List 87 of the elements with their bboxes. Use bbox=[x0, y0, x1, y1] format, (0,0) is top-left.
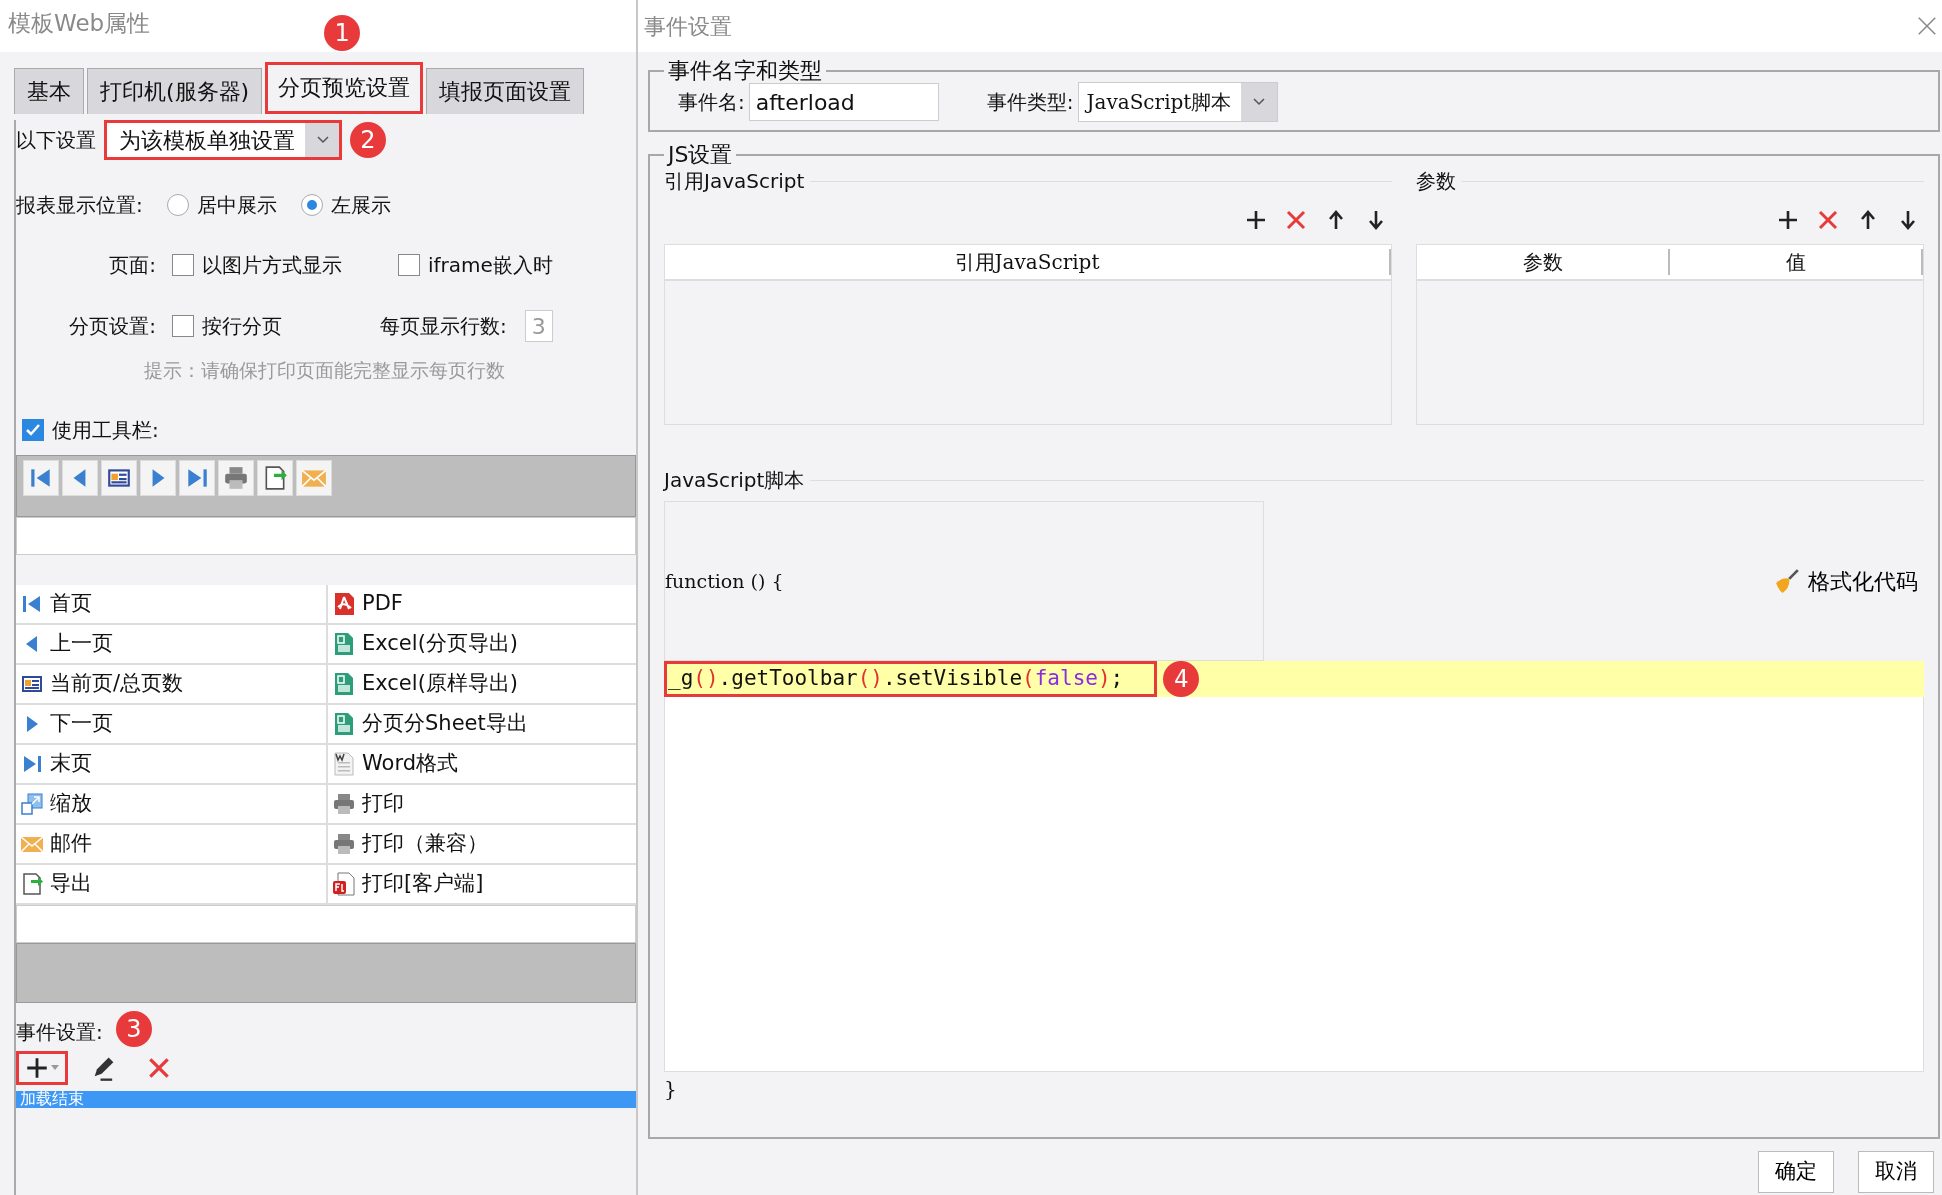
pdf-document-icon bbox=[332, 591, 356, 616]
option-label: 居中展示 bbox=[196, 192, 277, 219]
field-label: 页面: bbox=[108, 252, 156, 279]
resize-icon bbox=[20, 791, 44, 816]
list-item[interactable]: 下一页 bbox=[50, 707, 113, 740]
option-label: 按行分页 bbox=[202, 313, 282, 340]
toolbar-button[interactable] bbox=[179, 459, 215, 496]
tab[interactable]: 基本 bbox=[14, 68, 84, 114]
section-label: JavaScript脚本 bbox=[664, 467, 805, 494]
field-label: 每页显示行数: bbox=[380, 313, 507, 340]
section-label: 参数 bbox=[1416, 168, 1456, 195]
toolbar-button[interactable] bbox=[23, 459, 59, 496]
field-label: 事件类型: bbox=[986, 89, 1074, 116]
code-text: function () { bbox=[665, 568, 784, 594]
toolbar-button[interactable] bbox=[101, 459, 137, 496]
column-header: 引用JavaScript bbox=[665, 249, 1391, 275]
plus-icon bbox=[1776, 208, 1800, 232]
dropdown[interactable]: 为该模板单独设置 bbox=[104, 120, 342, 160]
list-item[interactable]: 缩放 bbox=[50, 787, 92, 820]
list-item[interactable]: 邮件 bbox=[50, 827, 92, 860]
list-item[interactable]: 导出 bbox=[50, 867, 92, 900]
checkbox[interactable] bbox=[22, 418, 44, 441]
spreadsheet-icon bbox=[332, 711, 356, 736]
code-text: } bbox=[664, 1076, 677, 1103]
option-label: iframe嵌入时 bbox=[428, 252, 553, 279]
column-header: 参数 bbox=[1417, 249, 1670, 275]
printer-icon bbox=[223, 464, 249, 491]
list-item[interactable]: 当前页/总页数 bbox=[50, 667, 184, 700]
document-lines-icon bbox=[332, 751, 356, 776]
close-icon bbox=[1916, 15, 1938, 37]
document-tag-icon bbox=[332, 871, 356, 896]
type-dropdown[interactable]: JavaScript脚本 bbox=[1077, 82, 1279, 122]
spreadsheet-icon bbox=[332, 671, 356, 696]
plus-icon bbox=[1244, 208, 1268, 232]
list-item[interactable]: 打印[客户端] bbox=[362, 867, 484, 900]
number-badge: 3 bbox=[116, 1010, 152, 1047]
group-title: JS设置 bbox=[666, 144, 734, 166]
toolbar-button[interactable] bbox=[62, 459, 98, 496]
list-item[interactable]: Word格式 bbox=[362, 747, 458, 780]
tab[interactable]: 打印机(服务器) bbox=[87, 68, 263, 114]
option-label: 左展示 bbox=[330, 192, 391, 219]
format-button[interactable]: 格式化代码 bbox=[1768, 562, 1924, 600]
caret-icon bbox=[50, 1063, 60, 1072]
list-item[interactable]: 分页分Sheet导出 bbox=[362, 707, 528, 740]
list-item[interactable]: 首页 bbox=[50, 587, 92, 620]
hint-text: 提示：请确保打印页面能完整显示每页行数 bbox=[144, 358, 506, 383]
number-badge: 4 bbox=[1163, 661, 1200, 697]
field-label: 事件名: bbox=[678, 89, 745, 116]
list-item[interactable]: 末页 bbox=[50, 747, 92, 780]
checkbox[interactable] bbox=[398, 254, 420, 276]
option-label: 使用工具栏: bbox=[52, 416, 159, 444]
window-title: 事件设置 bbox=[644, 13, 732, 41]
name-input[interactable]: afterload bbox=[748, 83, 939, 121]
toolbar-button[interactable] bbox=[257, 459, 293, 496]
list-item[interactable]: PDF bbox=[362, 587, 403, 620]
tab[interactable]: 填报页面设置 bbox=[426, 68, 585, 114]
list-item[interactable]: 打印 bbox=[362, 787, 404, 820]
code-line: _g().getToolbar().setVisible(false); bbox=[664, 661, 1158, 697]
section-label: 引用JavaScript bbox=[664, 168, 805, 195]
field-label: 以下设置 bbox=[16, 127, 96, 154]
toolbar-button[interactable] bbox=[218, 459, 254, 496]
checkbox[interactable] bbox=[172, 254, 194, 276]
list-item[interactable]: 打印（兼容） bbox=[362, 827, 488, 860]
section-label: 事件设置: bbox=[16, 1019, 103, 1044]
option-label: 以图片方式显示 bbox=[202, 252, 342, 279]
checkbox[interactable] bbox=[172, 315, 194, 337]
add-button[interactable] bbox=[16, 1050, 68, 1085]
spreadsheet-icon bbox=[332, 631, 356, 656]
close-icon bbox=[1284, 208, 1308, 232]
field-label: 分页设置: bbox=[68, 313, 156, 340]
dialog-button[interactable]: 确定 bbox=[1758, 1151, 1834, 1193]
close-icon bbox=[1816, 208, 1840, 232]
list-item[interactable]: 上一页 bbox=[50, 627, 113, 660]
toolbar-button[interactable] bbox=[140, 459, 176, 496]
list-item[interactable]: Excel(原样导出) bbox=[362, 667, 518, 700]
column-header: 值 bbox=[1670, 249, 1923, 275]
field-label: 报表显示位置: bbox=[16, 192, 143, 219]
list-item[interactable]: Excel(分页导出) bbox=[362, 627, 518, 660]
dialog-button[interactable]: 取消 bbox=[1858, 1151, 1934, 1193]
document-arrow-icon bbox=[20, 871, 44, 896]
number-badge: 2 bbox=[350, 122, 386, 158]
printer-icon bbox=[332, 831, 356, 856]
group-title: 事件名字和类型 bbox=[667, 60, 823, 82]
broom-icon bbox=[1774, 568, 1800, 594]
printer-icon bbox=[332, 791, 356, 816]
radio-button[interactable] bbox=[300, 194, 323, 216]
radio-button[interactable] bbox=[166, 194, 189, 216]
